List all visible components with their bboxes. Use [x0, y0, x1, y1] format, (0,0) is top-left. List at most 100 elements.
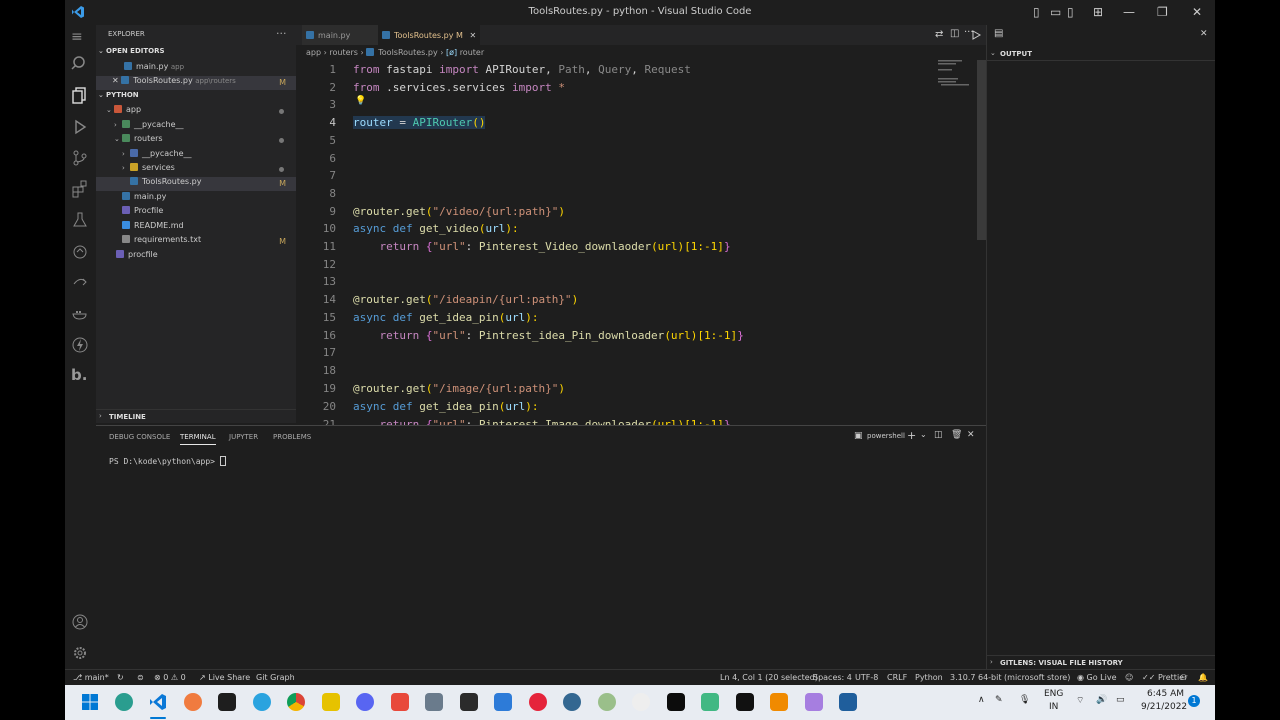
pen-tray-icon[interactable]: ✎ [995, 695, 1003, 705]
edge-browser-icon[interactable] [115, 693, 133, 711]
terminal-shell-label[interactable]: powershell [867, 432, 905, 440]
tree-item-services[interactable]: › services [96, 163, 296, 177]
lightbulb-icon[interactable]: 💡 [355, 96, 366, 106]
vscode-taskbar-icon[interactable] [149, 693, 167, 711]
tab-jupyter[interactable]: JUPYTER [229, 433, 258, 441]
accounts-status-icon[interactable]: ⚇ [1180, 673, 1187, 682]
clock-date[interactable]: 9/21/2022 [1141, 702, 1187, 712]
microphone-icon[interactable]: 🎙 [1019, 695, 1030, 705]
sync-icon[interactable]: ↻ [117, 673, 124, 682]
notification-badge[interactable]: 1 [1188, 695, 1200, 707]
feedback-icon[interactable]: ☺ [1125, 673, 1133, 682]
close-editor-icon[interactable]: ✕ [112, 76, 121, 85]
postgres-icon[interactable] [563, 693, 581, 711]
compare-icon[interactable]: ⇄ [935, 29, 943, 40]
extensions-icon[interactable] [71, 180, 89, 198]
indentation-status[interactable]: Spaces: 4 [813, 673, 852, 682]
language-status[interactable]: Python [915, 673, 943, 682]
open-editors-header[interactable]: ⌄ OPEN EDITORS [96, 47, 296, 61]
postman-icon[interactable] [184, 693, 202, 711]
live-share-icon[interactable] [71, 274, 89, 292]
git-compare-icon[interactable]: ⊜ [137, 673, 144, 682]
close-panel-icon[interactable]: ✕ [1200, 29, 1208, 39]
close-window-button[interactable]: ✕ [1192, 5, 1202, 19]
code-editor[interactable]: 1 2 3 4 5 6 7 8 9 10 11 12 13 14 15 16 1… [296, 60, 986, 425]
app-icon[interactable] [598, 693, 616, 711]
tree-item-main[interactable]: main.py [96, 192, 296, 206]
tree-item-app[interactable]: ⌄ app [96, 105, 296, 119]
tree-item-pycache[interactable]: › __pycache__ [96, 120, 296, 134]
sticky-notes-icon[interactable] [460, 693, 478, 711]
trash-icon[interactable]: 🗑 [951, 430, 962, 440]
breadcrumb-item[interactable]: app [306, 48, 321, 57]
accounts-icon[interactable] [71, 613, 89, 631]
testing-icon[interactable] [71, 211, 89, 229]
eol-status[interactable]: CRLF [887, 673, 907, 682]
search-icon[interactable] [71, 55, 89, 73]
tree-item-pycache[interactable]: › __pycache__ [96, 149, 296, 163]
customize-layout-icon[interactable]: ⊞ [1093, 5, 1103, 19]
tree-item-requirements[interactable]: requirements.txt M [96, 235, 296, 249]
tree-item-toolsroutes[interactable]: ToolsRoutes.py M [96, 177, 296, 191]
split-editor-icon[interactable]: ◫ [950, 28, 959, 39]
tab-terminal[interactable]: TERMINAL [180, 433, 216, 445]
more-actions-icon[interactable]: ··· [276, 27, 287, 40]
app-icon[interactable] [839, 693, 857, 711]
breadcrumb-item[interactable]: router [460, 48, 484, 57]
telegram-icon[interactable] [253, 693, 271, 711]
layout-sidebar-icon[interactable]: ▯ [1033, 5, 1040, 19]
tradingview-icon[interactable] [736, 693, 754, 711]
terminal-app-icon[interactable] [667, 693, 685, 711]
windows-start-icon[interactable] [81, 693, 99, 711]
menu-icon[interactable]: ≡ [71, 29, 89, 47]
close-tab-icon[interactable]: ✕ [469, 31, 476, 40]
more-actions-icon[interactable]: ··· [964, 27, 974, 38]
tab-toolsroutes-py[interactable]: ToolsRoutes.py M ✕ [378, 25, 480, 45]
bito-icon[interactable]: b. [71, 366, 89, 384]
layout-secondary-icon[interactable]: ▯ [1067, 5, 1074, 19]
notes-icon[interactable] [322, 693, 340, 711]
problems-status[interactable]: ⊗ 0 ⚠ 0 [154, 673, 186, 682]
terminal-prompt[interactable]: PS D:\kode\python\app> [109, 456, 226, 466]
app-icon[interactable] [391, 693, 409, 711]
tab-debug-console[interactable]: DEBUG CONSOLE [109, 433, 170, 441]
thunder-client-icon[interactable] [71, 336, 89, 354]
clock-time[interactable]: 6:45 AM [1147, 689, 1184, 699]
terminal-dropdown-icon[interactable]: ⌄ [920, 430, 927, 439]
split-terminal-icon[interactable]: ◫ [934, 430, 943, 440]
tree-item-procfile-lower[interactable]: procfile [96, 250, 296, 264]
settings-gear-icon[interactable] [71, 644, 89, 662]
tab-problems[interactable]: PROBLEMS [273, 433, 311, 441]
discord-icon[interactable] [356, 693, 374, 711]
gitlens-header[interactable]: › GITLENS: VISUAL FILE HISTORY [987, 655, 1215, 669]
timeline-header[interactable]: › TIMELINE [96, 409, 296, 423]
notifications-bell-icon[interactable]: 🔔 [1198, 673, 1208, 682]
minimap[interactable] [938, 60, 978, 90]
docker-icon[interactable] [71, 305, 89, 323]
volume-icon[interactable]: 🔊 [1096, 695, 1107, 705]
open-editor-item[interactable]: ✕ ToolsRoutes.py app\routers M [96, 76, 296, 90]
tree-item-procfile[interactable]: Procfile [96, 206, 296, 220]
editor-scrollbar[interactable] [977, 60, 986, 240]
figma-icon[interactable] [218, 693, 236, 711]
tree-item-routers[interactable]: ⌄ routers [96, 134, 296, 148]
language-indicator[interactable]: ENG [1044, 689, 1063, 699]
app-icon[interactable] [701, 693, 719, 711]
layout-panel-icon[interactable]: ▭ [1050, 5, 1061, 19]
source-control-icon[interactable] [71, 149, 89, 167]
interpreter-status[interactable]: 3.10.7 64-bit (microsoft store) [950, 673, 1070, 682]
new-terminal-icon[interactable]: + [907, 429, 916, 442]
run-debug-icon[interactable] [71, 118, 89, 136]
todo-icon[interactable] [494, 693, 512, 711]
workspace-header[interactable]: ⌄ PYTHON [96, 91, 296, 105]
tree-item-readme[interactable]: README.md [96, 221, 296, 235]
vlc-icon[interactable] [770, 693, 788, 711]
mongodb-icon[interactable] [632, 693, 650, 711]
tab-main-py[interactable]: main.py [302, 25, 378, 45]
open-editor-item[interactable]: main.py app [96, 62, 296, 76]
remote-explorer-icon[interactable] [71, 243, 89, 261]
battery-icon[interactable]: ▭ [1116, 695, 1125, 705]
explorer-icon[interactable] [71, 86, 89, 104]
breadcrumb-item[interactable]: routers [329, 48, 358, 57]
breadcrumb-item[interactable]: ToolsRoutes.py [378, 48, 437, 57]
